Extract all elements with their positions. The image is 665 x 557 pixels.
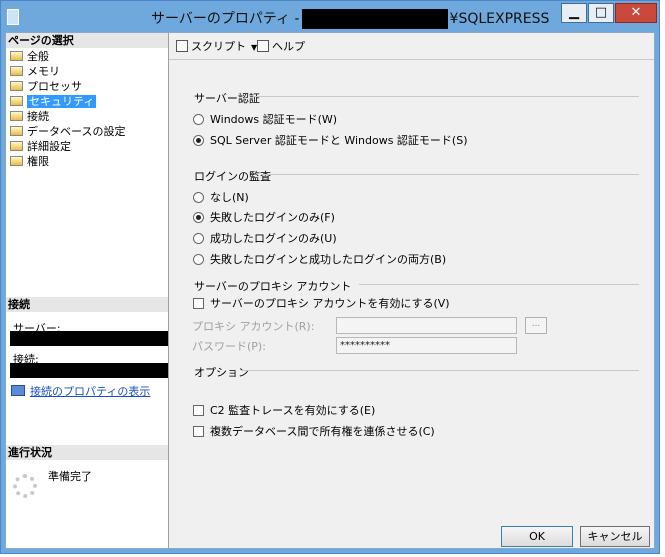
page-item-label: 詳細設定 (27, 140, 71, 153)
redacted-connection-value (10, 363, 168, 378)
proxy-account-field[interactable] (336, 317, 517, 334)
cross-db-chaining-label: 複数データベース間で所有権を連係させる(C) (210, 425, 435, 438)
audit-failed-label: 失敗したログインのみ(F) (210, 211, 335, 224)
redacted-server-value (10, 331, 168, 346)
page-icon (10, 96, 23, 106)
group-divider (253, 96, 639, 97)
minimize-button[interactable]: ▁ (561, 3, 587, 23)
page-list: 全般 メモリ プロセッサ セキュリティ 接続 データベースの設定 詳細設定 権限 (6, 49, 168, 169)
checkbox[interactable] (193, 298, 204, 309)
right-pane: スクリプト ▼ ヘルプ サーバー認証 Windows 認証モード(W) SQL S… (169, 33, 654, 548)
page-item-label: メモリ (27, 65, 60, 78)
progress-status: 準備完了 (48, 470, 92, 483)
radio-button[interactable] (193, 233, 204, 244)
radio-button[interactable] (193, 135, 204, 146)
windows-auth-label: Windows 認証モード(W) (210, 113, 338, 126)
group-divider (241, 370, 639, 371)
radio-button[interactable] (193, 192, 204, 203)
login-audit-title: ログインの監査 (194, 170, 271, 183)
page-item-label: プロセッサ (27, 80, 82, 93)
help-icon (257, 40, 269, 52)
enable-proxy-checkbox[interactable]: サーバーのプロキシ アカウントを有効にする(V) (193, 296, 450, 312)
page-item-database-settings[interactable]: データベースの設定 (6, 124, 168, 139)
page-icon (10, 156, 23, 166)
progress-spinner-icon (13, 474, 37, 498)
proxy-account-label: プロキシ アカウント(R): (192, 320, 315, 333)
dialog-button-bar: OK キャンセル (169, 520, 654, 548)
script-button[interactable]: スクリプト ▼ (176, 39, 257, 55)
page-icon (10, 111, 23, 121)
windows-auth-radio[interactable]: Windows 認証モード(W) (193, 112, 337, 128)
audit-none-radio[interactable]: なし(N) (193, 190, 249, 206)
mixed-auth-radio[interactable]: SQL Server 認証モードと Windows 認証モード(S) (193, 133, 468, 149)
connection-properties-icon (11, 385, 25, 396)
group-divider (359, 284, 639, 285)
script-button-label: スクリプト (191, 40, 246, 53)
checkbox[interactable] (193, 405, 204, 416)
application-icon (7, 9, 19, 25)
maximize-button[interactable]: □ (588, 3, 614, 23)
page-item-label: 全般 (27, 50, 49, 63)
view-connection-properties-label: 接続のプロパティの表示 (30, 385, 151, 398)
window-title-suffix: ¥SQLEXPRESS (449, 11, 550, 27)
page-item-label: セキュリティ (27, 95, 97, 108)
page-icon (10, 66, 23, 76)
page-item-label: データベースの設定 (27, 125, 126, 138)
ok-button[interactable]: OK (501, 526, 573, 547)
audit-both-radio[interactable]: 失敗したログインと成功したログインの両方(B) (193, 252, 446, 268)
page-item-label: 接続 (27, 110, 49, 123)
connection-header: 接続 (6, 297, 168, 312)
help-button-label: ヘルプ (272, 40, 305, 53)
proxy-password-label: パスワード(P): (192, 340, 266, 353)
close-button[interactable]: ✕ (615, 3, 657, 23)
proxy-account-browse-button[interactable]: ... (525, 317, 547, 334)
page-item-connections[interactable]: 接続 (6, 109, 168, 124)
page-item-memory[interactable]: メモリ (6, 64, 168, 79)
radio-button[interactable] (193, 114, 204, 125)
page-icon (10, 126, 23, 136)
radio-button[interactable] (193, 254, 204, 265)
page-icon (10, 81, 23, 91)
audit-success-radio[interactable]: 成功したログインのみ(U) (193, 231, 337, 247)
page-item-permissions[interactable]: 権限 (6, 154, 168, 169)
audit-success-label: 成功したログインのみ(U) (210, 232, 337, 245)
view-connection-properties-link[interactable]: 接続のプロパティの表示 (11, 383, 150, 399)
options-title: オプション (194, 366, 249, 379)
server-properties-window: サーバーのプロパティ - ¥SQLEXPRESS ▁ □ ✕ ページの選択 全般 … (0, 0, 660, 554)
mixed-auth-label: SQL Server 認証モードと Windows 認証モード(S) (210, 134, 468, 147)
script-icon (176, 40, 188, 52)
page-item-security[interactable]: セキュリティ (6, 94, 168, 109)
window-title: サーバーのプロパティ - ¥SQLEXPRESS (151, 8, 549, 29)
cross-db-chaining-checkbox[interactable]: 複数データベース間で所有権を連係させる(C) (193, 424, 435, 440)
c2-audit-label: C2 監査トレースを有効にする(E) (210, 404, 376, 417)
audit-failed-radio[interactable]: 失敗したログインのみ(F) (193, 210, 335, 226)
server-auth-title: サーバー認証 (194, 92, 260, 105)
progress-header: 進行状況 (6, 445, 168, 460)
c2-audit-checkbox[interactable]: C2 監査トレースを有効にする(E) (193, 403, 375, 419)
redacted-server-name (301, 9, 448, 29)
page-item-processors[interactable]: プロセッサ (6, 79, 168, 94)
pages-header: ページの選択 (6, 33, 168, 48)
cancel-button[interactable]: キャンセル (580, 526, 650, 547)
audit-none-label: なし(N) (210, 191, 249, 204)
toolbar: スクリプト ▼ ヘルプ (169, 33, 654, 60)
page-icon (10, 51, 23, 61)
help-button[interactable]: ヘルプ (257, 39, 305, 55)
page-icon (10, 141, 23, 151)
page-item-general[interactable]: 全般 (6, 49, 168, 64)
page-item-label: 権限 (27, 155, 49, 168)
group-divider (261, 174, 639, 175)
window-title-prefix: サーバーのプロパティ - (151, 11, 300, 27)
title-bar[interactable]: サーバーのプロパティ - ¥SQLEXPRESS ▁ □ ✕ (1, 1, 659, 31)
left-pane: ページの選択 全般 メモリ プロセッサ セキュリティ 接続 データベースの設定 … (6, 33, 169, 548)
proxy-password-field[interactable]: ********** (336, 337, 517, 354)
dialog-client-area: ページの選択 全般 メモリ プロセッサ セキュリティ 接続 データベースの設定 … (5, 32, 655, 549)
proxy-account-title: サーバーのプロキシ アカウント (194, 280, 352, 293)
page-item-advanced[interactable]: 詳細設定 (6, 139, 168, 154)
enable-proxy-label: サーバーのプロキシ アカウントを有効にする(V) (210, 297, 450, 310)
audit-both-label: 失敗したログインと成功したログインの両方(B) (210, 253, 447, 266)
checkbox[interactable] (193, 426, 204, 437)
radio-button[interactable] (193, 212, 204, 223)
